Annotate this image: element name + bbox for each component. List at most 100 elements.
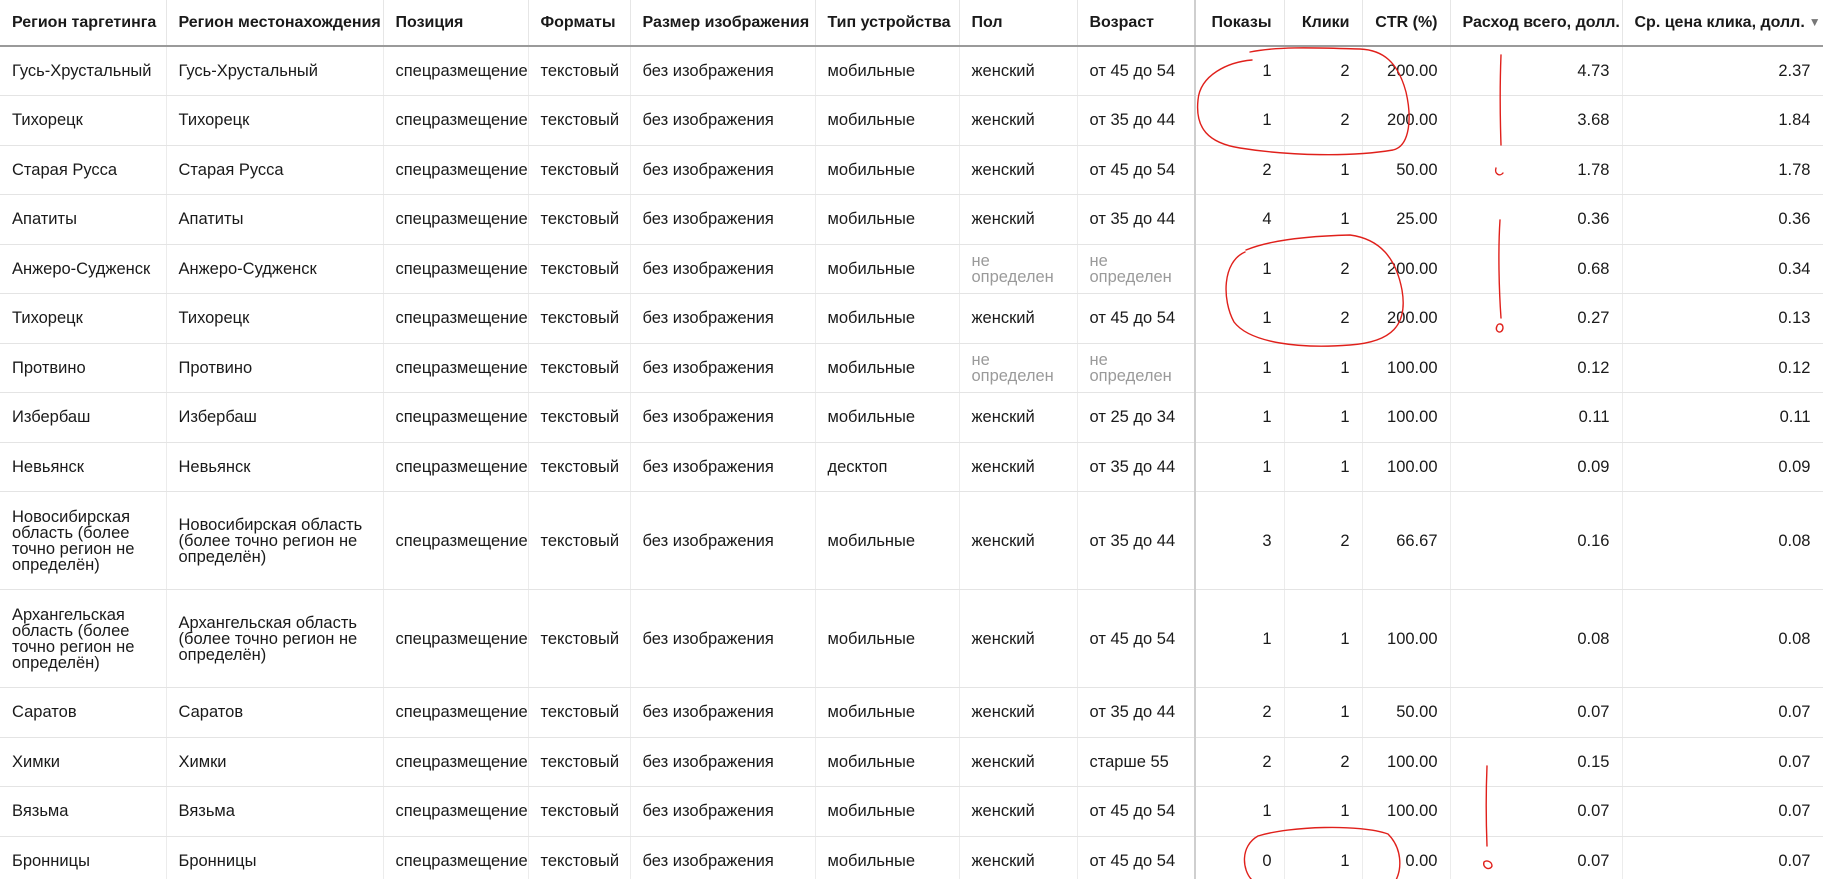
cell-position: спецразмещение bbox=[383, 589, 529, 688]
column-header-label: Возраст bbox=[1089, 13, 1154, 31]
cell-spend: 0.27 bbox=[1450, 293, 1623, 344]
cell-spend: 0.15 bbox=[1450, 737, 1623, 787]
cell-location-region: Избербаш bbox=[166, 392, 384, 443]
cell-spend: 0.09 bbox=[1450, 442, 1623, 492]
column-header-image-size[interactable]: Размер изображения bbox=[630, 0, 816, 47]
cell-cpc: 0.08 bbox=[1622, 491, 1823, 590]
cell-location-region: Новосибирская область (более точно регио… bbox=[166, 491, 384, 590]
cell-clicks: 2 bbox=[1284, 491, 1363, 590]
cell-format: текстовый bbox=[528, 589, 631, 688]
cell-impressions: 1 bbox=[1194, 293, 1285, 344]
triangle-down-icon[interactable]: ▼ bbox=[1809, 15, 1821, 29]
cell-clicks: 1 bbox=[1284, 836, 1363, 879]
cell-impressions: 1 bbox=[1194, 46, 1285, 96]
cell-position: спецразмещение bbox=[383, 491, 529, 590]
cell-format: текстовый bbox=[528, 442, 631, 492]
cell-gender: женский bbox=[959, 145, 1078, 195]
cell-image-size: без изображения bbox=[630, 442, 816, 492]
table-row: Протвино Протвино спецразмещение текстовый б… bbox=[0, 343, 1823, 393]
table-row: Анжеро-Судженск Анжеро-Судженск спецразмещ… bbox=[0, 244, 1823, 294]
cell-spend: 0.12 bbox=[1450, 343, 1623, 393]
cell-location-region: Невьянск bbox=[166, 442, 384, 492]
cell-format: текстовый bbox=[528, 293, 631, 344]
cell-gender: женский bbox=[959, 786, 1078, 837]
cell-location-region: Архангельская область (более точно регио… bbox=[166, 589, 384, 688]
column-header-position[interactable]: Позиция bbox=[383, 0, 529, 47]
cell-target-region: Старая Русса bbox=[0, 145, 167, 195]
cell-gender: женский bbox=[959, 836, 1078, 879]
cell-cpc: 1.84 bbox=[1622, 95, 1823, 146]
column-header-cpc[interactable]: Ср. цена клика, долл. ▼ bbox=[1622, 0, 1823, 47]
cell-impressions: 3 bbox=[1194, 491, 1285, 590]
cell-target-region: Вязьма bbox=[0, 786, 167, 837]
column-header-gender[interactable]: Пол bbox=[959, 0, 1078, 47]
column-header-age[interactable]: Возраст bbox=[1077, 0, 1196, 47]
cell-device: мобильные bbox=[815, 95, 960, 146]
column-header-ctr[interactable]: CTR (%) bbox=[1362, 0, 1451, 47]
table-body: Гусь-Хрустальный Гусь-Хрустальный спецразм… bbox=[0, 46, 1823, 879]
cell-target-region: Новосибирская область (более точно регио… bbox=[0, 491, 167, 590]
cell-target-region: Саратов bbox=[0, 687, 167, 738]
cell-format: текстовый bbox=[528, 244, 631, 294]
cell-target-region: Химки bbox=[0, 737, 167, 787]
cell-ctr: 100.00 bbox=[1362, 737, 1451, 787]
column-header-clicks[interactable]: Клики bbox=[1284, 0, 1363, 47]
table-row: Гусь-Хрустальный Гусь-Хрустальный спецразм… bbox=[0, 46, 1823, 96]
cell-target-region: Бронницы bbox=[0, 836, 167, 879]
cell-gender: не определен bbox=[959, 244, 1078, 294]
table-row: Саратов Саратов спецразмещение текстовый без… bbox=[0, 687, 1823, 738]
cell-format: текстовый bbox=[528, 836, 631, 879]
cell-impressions: 1 bbox=[1194, 786, 1285, 837]
cell-spend: 0.36 bbox=[1450, 194, 1623, 245]
cell-cpc: 0.08 bbox=[1622, 589, 1823, 688]
cell-cpc: 1.78 bbox=[1622, 145, 1823, 195]
column-header-format[interactable]: Форматы bbox=[528, 0, 631, 47]
table-row: Избербаш Избербаш спецразмещение текстовый б… bbox=[0, 392, 1823, 443]
cell-image-size: без изображения bbox=[630, 293, 816, 344]
cell-target-region: Протвино bbox=[0, 343, 167, 393]
cell-spend: 0.07 bbox=[1450, 836, 1623, 879]
cell-gender: женский bbox=[959, 194, 1078, 245]
cell-position: спецразмещение bbox=[383, 392, 529, 443]
cell-clicks: 2 bbox=[1284, 293, 1363, 344]
cell-clicks: 1 bbox=[1284, 687, 1363, 738]
cell-format: текстовый bbox=[528, 687, 631, 738]
column-header-location-region[interactable]: Регион местонахождения bbox=[166, 0, 384, 47]
cell-cpc: 0.36 bbox=[1622, 194, 1823, 245]
cell-target-region: Архангельская область (более точно регио… bbox=[0, 589, 167, 688]
cell-gender: женский bbox=[959, 95, 1078, 146]
column-header-target-region[interactable]: Регион таргетинга bbox=[0, 0, 167, 47]
column-header-impressions[interactable]: Показы bbox=[1194, 0, 1285, 47]
cell-location-region: Протвино bbox=[166, 343, 384, 393]
cell-impressions: 0 bbox=[1194, 836, 1285, 879]
cell-gender: женский bbox=[959, 442, 1078, 492]
column-header-label: Расход всего, долл. bbox=[1462, 13, 1620, 31]
cell-target-region: Избербаш bbox=[0, 392, 167, 443]
cell-image-size: без изображения bbox=[630, 145, 816, 195]
cell-impressions: 2 bbox=[1194, 737, 1285, 787]
cell-device: мобильные bbox=[815, 589, 960, 688]
cell-age: от 35 до 44 bbox=[1077, 491, 1196, 590]
cell-ctr: 100.00 bbox=[1362, 442, 1451, 492]
column-header-device[interactable]: Тип устройства bbox=[815, 0, 960, 47]
cell-ctr: 0.00 bbox=[1362, 836, 1451, 879]
cell-spend: 1.78 bbox=[1450, 145, 1623, 195]
cell-age: от 45 до 54 bbox=[1077, 836, 1196, 879]
cell-cpc: 2.37 bbox=[1622, 46, 1823, 96]
cell-age: от 45 до 54 bbox=[1077, 293, 1196, 344]
cell-image-size: без изображения bbox=[630, 786, 816, 837]
cell-clicks: 2 bbox=[1284, 46, 1363, 96]
cell-gender: женский bbox=[959, 687, 1078, 738]
cell-cpc: 0.09 bbox=[1622, 442, 1823, 492]
cell-spend: 4.73 bbox=[1450, 46, 1623, 96]
cell-impressions: 2 bbox=[1194, 145, 1285, 195]
column-header-spend[interactable]: Расход всего, долл. bbox=[1450, 0, 1623, 47]
cell-age: от 35 до 44 bbox=[1077, 442, 1196, 492]
cell-device: десктоп bbox=[815, 442, 960, 492]
cell-spend: 0.16 bbox=[1450, 491, 1623, 590]
cell-location-region: Апатиты bbox=[166, 194, 384, 245]
cell-spend: 0.11 bbox=[1450, 392, 1623, 443]
cell-device: мобильные bbox=[815, 46, 960, 96]
cell-device: мобильные bbox=[815, 491, 960, 590]
cell-impressions: 4 bbox=[1194, 194, 1285, 245]
